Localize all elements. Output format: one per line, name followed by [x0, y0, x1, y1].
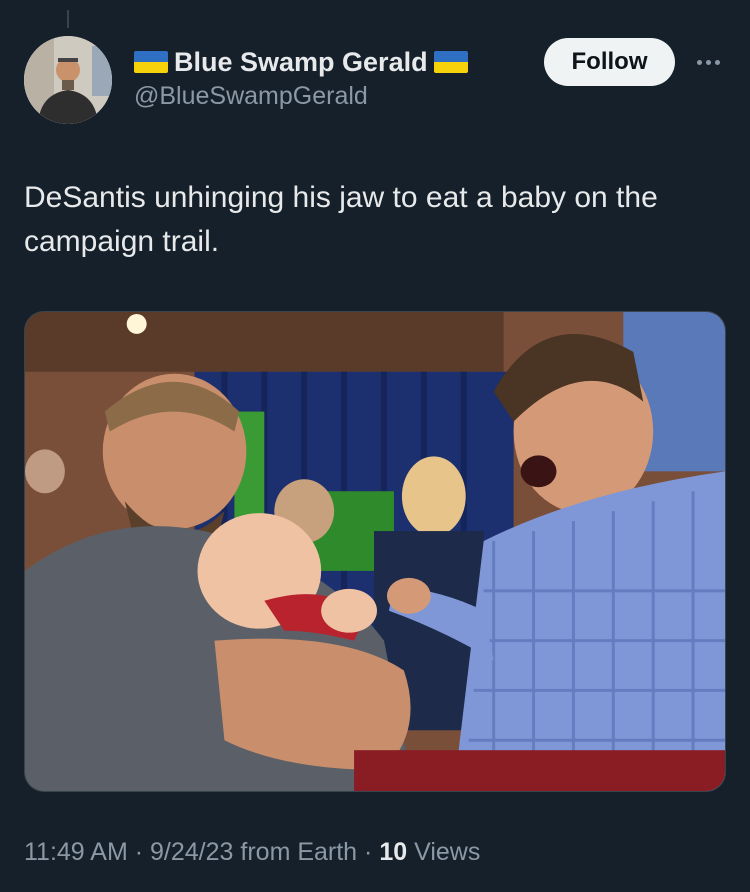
avatar-image	[24, 36, 112, 124]
author-name-row[interactable]: Blue Swamp Gerald	[134, 44, 468, 80]
ukraine-flag-icon	[134, 51, 168, 73]
tweet-source: from Earth	[240, 838, 358, 866]
tweet-time[interactable]: 11:49 AM	[24, 838, 128, 866]
views-count: 10	[379, 838, 408, 866]
campaign-photo-image	[25, 312, 725, 791]
more-options-icon[interactable]	[690, 48, 726, 76]
follow-button[interactable]: Follow	[544, 38, 675, 86]
views-label: Views	[414, 838, 481, 866]
thread-line	[67, 10, 69, 28]
meta-separator: ·	[364, 838, 380, 866]
ukraine-flag-icon	[433, 51, 468, 73]
meta-separator: ·	[134, 838, 151, 866]
tweet-text: DeSantis unhinging his jaw to eat a baby…	[24, 181, 658, 258]
display-name[interactable]: Blue Swamp Gerald	[174, 47, 428, 78]
tweet-meta: 11:49 AM · 9/24/23 from Earth · 10 Views	[24, 838, 480, 867]
tweet-photo[interactable]	[24, 311, 726, 792]
avatar[interactable]	[24, 36, 112, 124]
tweet-card: Blue Swamp Gerald @BlueSwampGerald Follo…	[0, 0, 750, 892]
author-handle[interactable]: @BlueSwampGerald	[134, 82, 368, 111]
tweet-date[interactable]: 9/24/23	[150, 838, 233, 866]
